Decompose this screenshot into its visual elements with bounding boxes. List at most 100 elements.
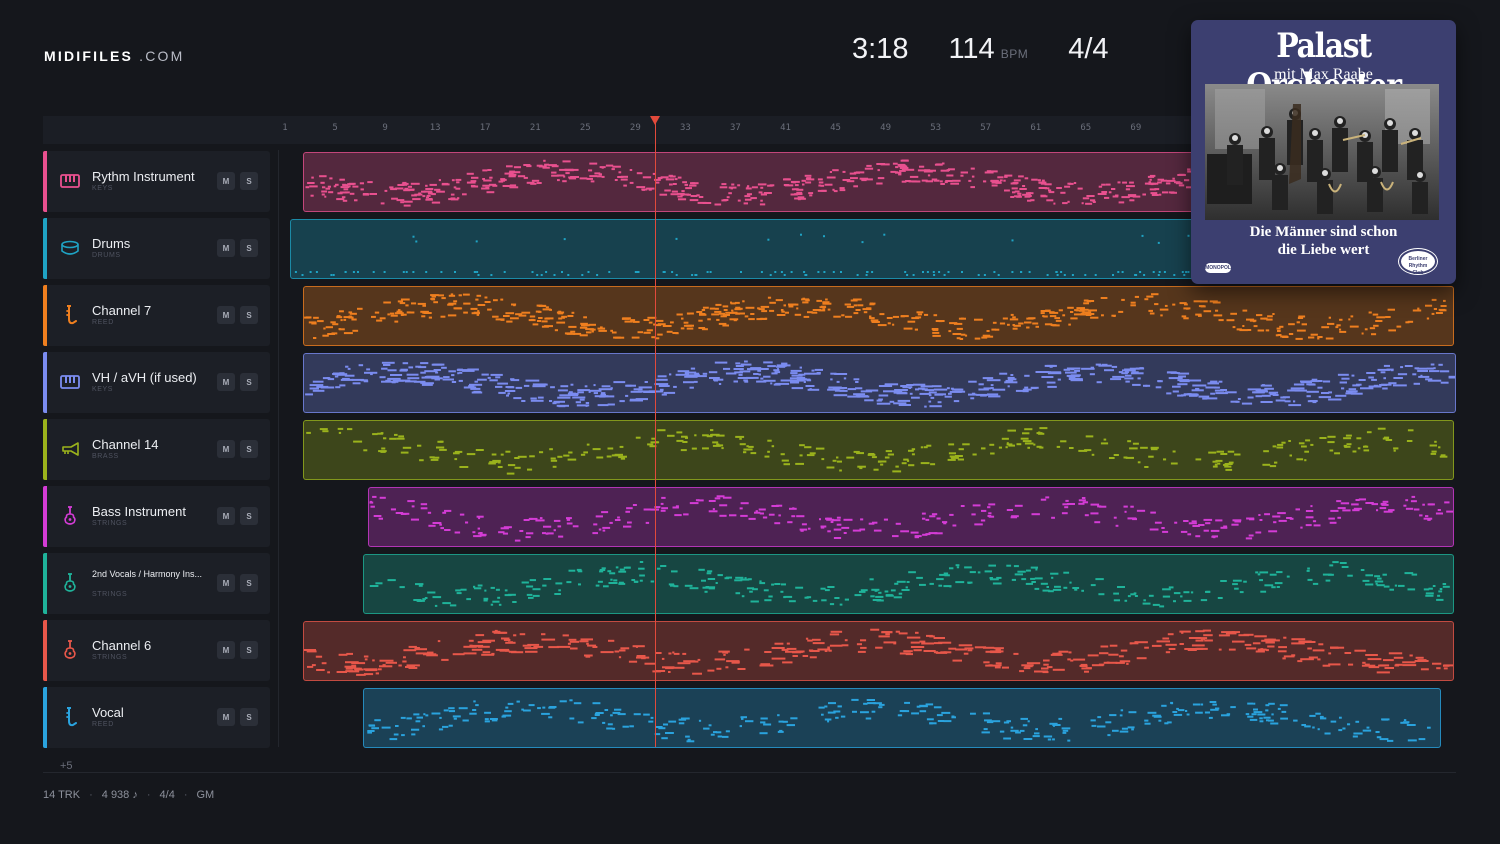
solo-button[interactable]: S: [240, 574, 258, 592]
track-header-channel-7[interactable]: Channel 7 REED M S: [43, 285, 270, 346]
solo-button[interactable]: S: [240, 239, 258, 257]
album-subtitle: mit Max Raabe: [1274, 66, 1373, 83]
ruler-tick: 49: [880, 123, 892, 133]
ruler-tick: 61: [1030, 123, 1042, 133]
clip-notes: [367, 698, 1431, 743]
track-name: Channel 7: [92, 303, 152, 318]
clip-notes: [304, 628, 1453, 676]
track-category: STRINGS: [92, 520, 128, 527]
track-color-bar: [43, 218, 47, 279]
track-color-bar: [43, 151, 47, 212]
track-header-bass-instrument[interactable]: Bass Instrument STRINGS M S: [43, 486, 270, 547]
site-logo[interactable]: MIDIFILES .COM: [44, 48, 184, 64]
ruler-tick: 9: [382, 123, 388, 133]
solo-button[interactable]: S: [240, 708, 258, 726]
ruler-tick: 1: [282, 123, 288, 133]
playhead-handle[interactable]: [650, 116, 660, 125]
ruler-tick: 69: [1130, 123, 1142, 133]
track-color-bar: [43, 620, 47, 681]
clip-track-8[interactable]: [303, 621, 1454, 681]
track-color-bar: [43, 352, 47, 413]
track-category: STRINGS: [92, 654, 128, 661]
more-tracks-indicator[interactable]: +5: [60, 760, 73, 772]
file-summary: 14 TRK · 4 938 ♪ · 4/4 · GM: [43, 789, 214, 801]
track-header-vocal[interactable]: Vocal REED M S: [43, 687, 270, 748]
mute-button[interactable]: M: [217, 641, 235, 659]
album-song-line-1: Die Männer sind schon: [1249, 224, 1398, 240]
mute-button[interactable]: M: [217, 574, 235, 592]
ruler-tick: 5: [332, 123, 338, 133]
mute-button[interactable]: M: [217, 373, 235, 391]
track-name: VH / aVH (if used): [92, 370, 197, 385]
clip-track-7[interactable]: [363, 554, 1454, 614]
ruler-tick: 25: [579, 123, 591, 133]
ruler-tick: 33: [679, 123, 691, 133]
tempo-unit: BPM: [1000, 47, 1029, 61]
transport-stats: 3:18 114 BPM 4/4: [852, 33, 1109, 66]
reed-icon: [59, 706, 81, 728]
trumpet-icon: [59, 438, 81, 460]
track-header-2nd-vocals-harmony-ins[interactable]: 2nd Vocals / Harmony Ins... STRINGS M S: [43, 553, 270, 614]
ruler-tick: 57: [980, 123, 992, 133]
clip-track-4[interactable]: [303, 353, 1456, 413]
solo-button[interactable]: S: [240, 373, 258, 391]
logo-main: MIDIFILES: [44, 48, 134, 64]
solo-button[interactable]: S: [240, 440, 258, 458]
track-header-channel-6[interactable]: Channel 6 STRINGS M S: [43, 620, 270, 681]
playhead[interactable]: [655, 122, 656, 747]
clip-track-5[interactable]: [303, 420, 1454, 480]
label-logo-right-line-1: Berliner: [1408, 256, 1428, 262]
track-category: BRASS: [92, 453, 119, 460]
clip-notes: [306, 427, 1448, 475]
mute-button[interactable]: M: [217, 239, 235, 257]
label-logo-right-line-3: Club: [1412, 270, 1424, 276]
track-name: Bass Instrument: [92, 504, 186, 519]
track-count: 14 TRK: [43, 789, 81, 801]
mute-button[interactable]: M: [217, 172, 235, 190]
album-photo: [1205, 84, 1439, 220]
solo-button[interactable]: S: [240, 172, 258, 190]
orchestra-photo-image: [1205, 84, 1439, 220]
clip-track-9[interactable]: [363, 688, 1441, 748]
lane-divider: [278, 150, 279, 747]
piano-icon: [59, 371, 81, 393]
drum-icon: [59, 237, 81, 259]
track-color-bar: [43, 419, 47, 480]
clip-notes: [305, 360, 1455, 408]
track-header-drums[interactable]: Drums DRUMS M S: [43, 218, 270, 279]
time-signature: 4/4: [1068, 33, 1109, 65]
track-header-vh-avh-if-used[interactable]: VH / aVH (if used) KEYS M S: [43, 352, 270, 413]
track-color-bar: [43, 285, 47, 346]
track-header-rythm-instrument[interactable]: Rythm Instrument KEYS M S: [43, 151, 270, 212]
track-category: REED: [92, 721, 114, 728]
footer-time-signature: 4/4: [159, 789, 175, 801]
track-category: REED: [92, 319, 114, 326]
clip-track-6[interactable]: [368, 487, 1454, 547]
ruler-tick: 41: [780, 123, 791, 133]
note-count: 4 938 ♪: [101, 789, 138, 801]
ruler-tick: 53: [930, 123, 942, 133]
mute-button[interactable]: M: [217, 306, 235, 324]
label-logo-right-line-2: Rhythm: [1408, 263, 1428, 269]
footer-divider: [43, 772, 1456, 773]
guitar-icon: [59, 572, 81, 594]
track-name: Vocal: [92, 705, 124, 720]
track-header-channel-14[interactable]: Channel 14 BRASS M S: [43, 419, 270, 480]
solo-button[interactable]: S: [240, 306, 258, 324]
ruler-tick: 65: [1080, 123, 1092, 133]
guitar-icon: [59, 505, 81, 527]
solo-button[interactable]: S: [240, 507, 258, 525]
mute-button[interactable]: M: [217, 708, 235, 726]
track-category: STRINGS: [92, 591, 128, 598]
clip-notes: [369, 495, 1453, 542]
mute-button[interactable]: M: [217, 507, 235, 525]
solo-button[interactable]: S: [240, 641, 258, 659]
clip-track-3[interactable]: [303, 286, 1454, 346]
track-color-bar: [43, 687, 47, 748]
label-logo-right: Berliner Rhythm Club: [1399, 249, 1437, 276]
track-name: 2nd Vocals / Harmony Ins...: [92, 569, 203, 579]
track-color-bar: [43, 486, 47, 547]
mute-button[interactable]: M: [217, 440, 235, 458]
guitar-icon: [59, 639, 81, 661]
label-logo-left: MONOPOL: [1205, 263, 1231, 273]
